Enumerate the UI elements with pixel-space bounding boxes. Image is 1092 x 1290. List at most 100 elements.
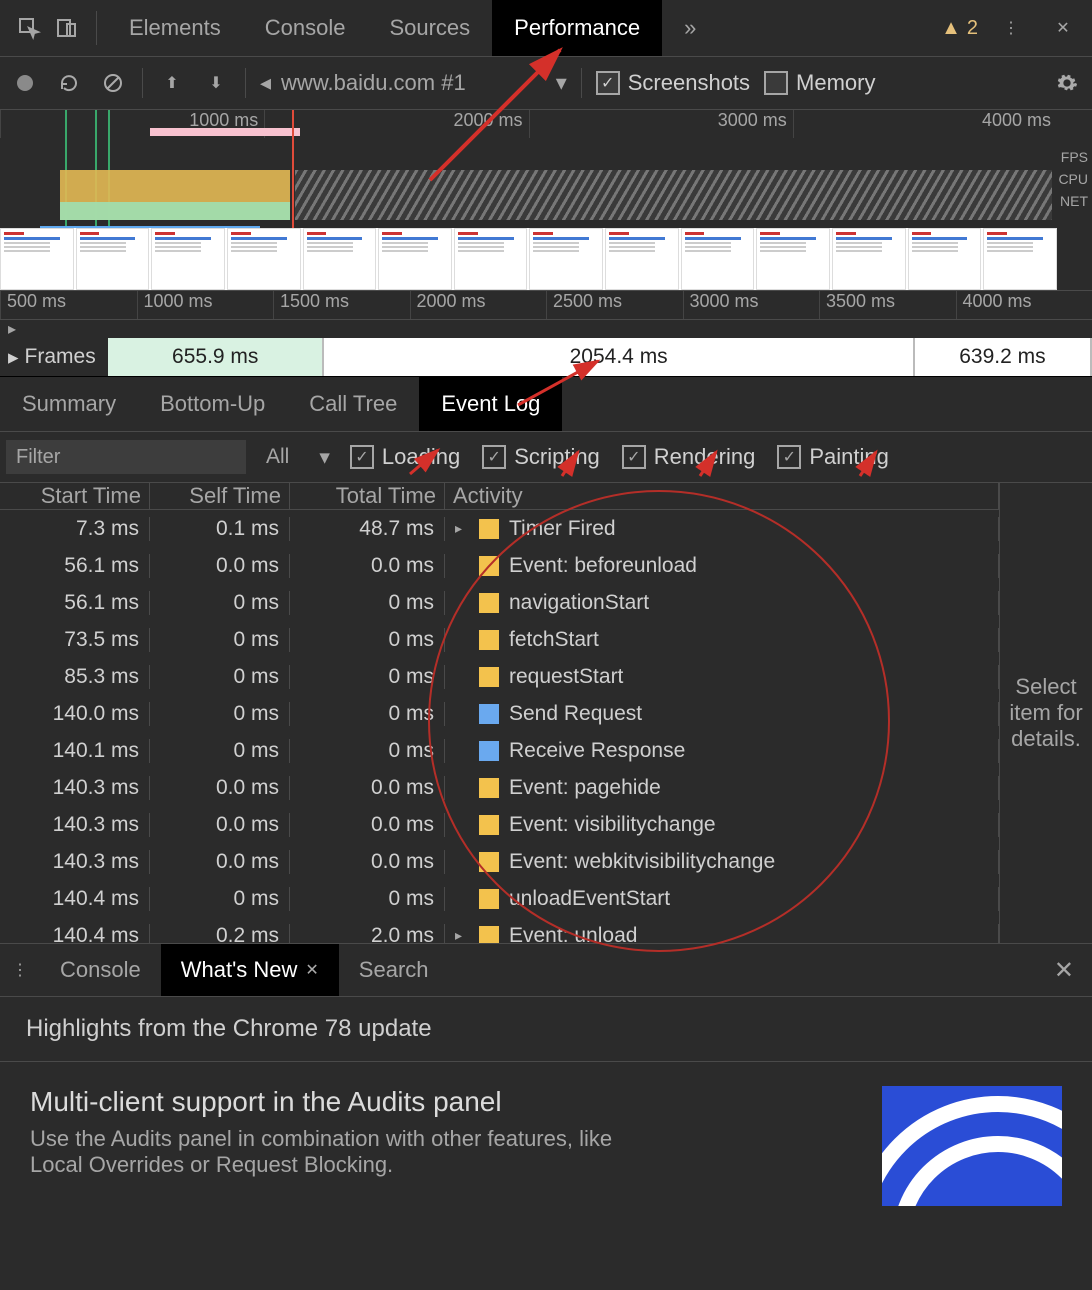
expand-icon[interactable]: ▸ bbox=[455, 520, 469, 537]
drawer-close-icon[interactable]: ✕ bbox=[1036, 956, 1092, 985]
filmstrip-frame[interactable] bbox=[908, 228, 982, 290]
filmstrip-frame[interactable] bbox=[605, 228, 679, 290]
close-icon[interactable]: ✕ bbox=[305, 960, 318, 980]
frame-block[interactable]: 655.9 ms bbox=[108, 338, 324, 376]
col-totaltime[interactable]: Total Time bbox=[290, 483, 445, 509]
col-activity[interactable]: Activity bbox=[445, 483, 999, 509]
clear-button[interactable] bbox=[98, 68, 128, 98]
cell-total: 0 ms bbox=[290, 702, 445, 726]
tab-performance[interactable]: Performance bbox=[492, 0, 662, 56]
drawer-tab-whatsnew-label: What's New bbox=[181, 957, 298, 983]
frame-block[interactable]: 639.2 ms bbox=[915, 338, 1092, 376]
expand-icon[interactable]: ▸ bbox=[8, 345, 19, 370]
cell-start: 140.3 ms bbox=[0, 776, 150, 800]
filter-input[interactable]: Filter bbox=[6, 440, 246, 474]
filmstrip-frame[interactable] bbox=[227, 228, 301, 290]
filter-rendering[interactable]: ✓Rendering bbox=[622, 444, 756, 470]
table-row[interactable]: 140.0 ms0 ms0 msSend Request bbox=[0, 695, 999, 732]
cell-self: 0 ms bbox=[150, 739, 290, 763]
cell-total: 0 ms bbox=[290, 739, 445, 763]
warnings-badge[interactable]: ▲ 2 bbox=[941, 17, 978, 40]
tab-elements[interactable]: Elements bbox=[107, 0, 243, 56]
memory-checkbox[interactable]: Memory bbox=[764, 70, 875, 96]
table-row[interactable]: 140.3 ms0.0 ms0.0 msEvent: pagehide bbox=[0, 769, 999, 806]
table-row[interactable]: 56.1 ms0 ms0 msnavigationStart bbox=[0, 584, 999, 621]
tab-calltree[interactable]: Call Tree bbox=[287, 377, 419, 431]
filmstrip-frame[interactable] bbox=[529, 228, 603, 290]
filmstrip-frame[interactable] bbox=[832, 228, 906, 290]
warnings-count: 2 bbox=[967, 17, 978, 40]
filter-scripting[interactable]: ✓Scripting bbox=[482, 444, 600, 470]
drawer-tab-search[interactable]: Search bbox=[339, 944, 449, 996]
table-row[interactable]: 7.3 ms0.1 ms48.7 ms▸Timer Fired bbox=[0, 510, 999, 547]
chevron-down-icon: ▾ bbox=[556, 70, 567, 96]
table-row[interactable]: 85.3 ms0 ms0 msrequestStart bbox=[0, 658, 999, 695]
save-profile-icon[interactable]: ⬇ bbox=[201, 68, 231, 98]
network-track[interactable]: ▸ bbox=[0, 320, 1092, 338]
details-tabstrip: Summary Bottom-Up Call Tree Event Log bbox=[0, 377, 1092, 432]
screenshots-checkbox[interactable]: ✓ Screenshots bbox=[596, 70, 750, 96]
cell-self: 0.1 ms bbox=[150, 517, 290, 541]
tabs-overflow[interactable]: » bbox=[662, 0, 718, 56]
table-row[interactable]: 73.5 ms0 ms0 msfetchStart bbox=[0, 621, 999, 658]
timeline-ruler[interactable]: 500 ms 1000 ms 1500 ms 2000 ms 2500 ms 3… bbox=[0, 291, 1092, 320]
category-swatch bbox=[479, 778, 499, 798]
settings-icon[interactable] bbox=[1052, 68, 1082, 98]
close-devtools-icon[interactable]: ✕ bbox=[1044, 9, 1082, 47]
tab-console[interactable]: Console bbox=[243, 0, 368, 56]
col-starttime[interactable]: Start Time bbox=[0, 483, 150, 509]
tab-bottomup[interactable]: Bottom-Up bbox=[138, 377, 287, 431]
tab-eventlog[interactable]: Event Log bbox=[419, 377, 562, 431]
reload-record-button[interactable] bbox=[54, 68, 84, 98]
load-profile-icon[interactable]: ⬆ bbox=[157, 68, 187, 98]
cell-activity: unloadEventStart bbox=[445, 887, 999, 911]
cell-total: 2.0 ms bbox=[290, 924, 445, 944]
frames-track[interactable]: ▸Frames 655.9 ms 2054.4 ms 639.2 ms bbox=[0, 338, 1092, 377]
frame-block[interactable]: 2054.4 ms bbox=[324, 338, 914, 376]
table-row[interactable]: 56.1 ms0.0 ms0.0 msEvent: beforeunload bbox=[0, 547, 999, 584]
cell-total: 0 ms bbox=[290, 887, 445, 911]
drawer-tab-whatsnew[interactable]: What's New ✕ bbox=[161, 944, 339, 996]
record-button[interactable] bbox=[10, 68, 40, 98]
chevron-left-icon: ◂ bbox=[260, 70, 271, 96]
filmstrip-frame[interactable] bbox=[303, 228, 377, 290]
filmstrip-frame[interactable] bbox=[681, 228, 755, 290]
table-row[interactable]: 140.1 ms0 ms0 msReceive Response bbox=[0, 732, 999, 769]
filmstrip[interactable]: document.write(Array.from({length:14}).m… bbox=[0, 228, 1057, 290]
overview-strip[interactable]: 1000 ms 2000 ms 3000 ms 4000 ms FPS CPU … bbox=[0, 110, 1092, 291]
tab-sources[interactable]: Sources bbox=[367, 0, 492, 56]
table-row[interactable]: 140.4 ms0.2 ms2.0 ms▸Event: unload bbox=[0, 917, 999, 943]
cell-total: 0 ms bbox=[290, 591, 445, 615]
filmstrip-frame[interactable] bbox=[454, 228, 528, 290]
inspect-icon[interactable] bbox=[10, 9, 48, 47]
filter-painting[interactable]: ✓Painting bbox=[777, 444, 889, 470]
col-selftime[interactable]: Self Time bbox=[150, 483, 290, 509]
table-row[interactable]: 140.3 ms0.0 ms0.0 msEvent: visibilitycha… bbox=[0, 806, 999, 843]
cell-start: 140.4 ms bbox=[0, 924, 150, 944]
category-swatch bbox=[479, 704, 499, 724]
filmstrip-frame[interactable] bbox=[151, 228, 225, 290]
expand-icon[interactable]: ▸ bbox=[455, 927, 469, 943]
capture-target-select[interactable]: ◂ www.baidu.com #1 ▾ bbox=[260, 70, 567, 96]
filmstrip-frame[interactable] bbox=[983, 228, 1057, 290]
ruler-tick: 2000 ms bbox=[410, 291, 547, 319]
drawer-tab-console[interactable]: Console bbox=[40, 944, 161, 996]
cell-self: 0 ms bbox=[150, 887, 290, 911]
table-row[interactable]: 140.4 ms0 ms0 msunloadEventStart bbox=[0, 880, 999, 917]
table-row[interactable]: 140.3 ms0.0 ms0.0 msEvent: webkitvisibil… bbox=[0, 843, 999, 880]
drawer-more-icon[interactable]: ⋮ bbox=[0, 960, 40, 980]
filter-loading[interactable]: ✓Loading bbox=[350, 444, 460, 470]
cell-self: 0.0 ms bbox=[150, 813, 290, 837]
more-menu-icon[interactable]: ⋮ bbox=[992, 9, 1030, 47]
device-toolbar-icon[interactable] bbox=[48, 9, 86, 47]
filmstrip-frame[interactable] bbox=[378, 228, 452, 290]
category-select[interactable]: All ▾ bbox=[246, 445, 350, 470]
filmstrip-frame[interactable] bbox=[756, 228, 830, 290]
devtools-tabstrip: Elements Console Sources Performance » ▲… bbox=[0, 0, 1092, 57]
overview-tick: 4000 ms bbox=[982, 110, 1051, 131]
cell-start: 140.3 ms bbox=[0, 850, 150, 874]
filmstrip-frame[interactable] bbox=[76, 228, 150, 290]
category-swatch bbox=[479, 889, 499, 909]
tab-summary[interactable]: Summary bbox=[0, 377, 138, 431]
filmstrip-frame[interactable] bbox=[0, 228, 74, 290]
